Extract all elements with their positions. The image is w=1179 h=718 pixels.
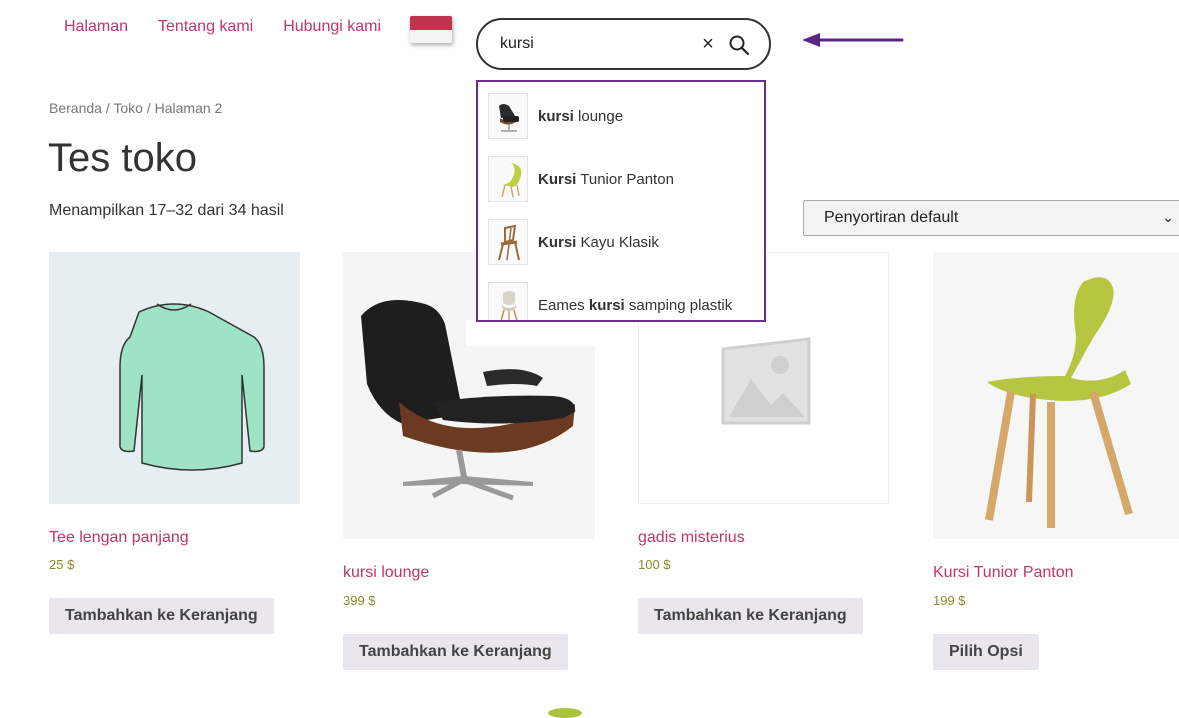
suggestion-label: Eames kursi samping plastik (538, 296, 733, 314)
product-price: 25 $ (49, 557, 75, 572)
sort-selected-label: Penyortiran default (824, 209, 959, 226)
add-to-cart-button[interactable]: Tambahkan ke Keranjang (49, 598, 274, 634)
search-box: × (476, 18, 771, 70)
product-name[interactable]: Tee lengan panjang (49, 529, 189, 547)
indonesia-flag-icon[interactable] (410, 16, 452, 43)
add-to-cart-button[interactable]: Tambahkan ke Keranjang (638, 598, 863, 634)
suggestion-item[interactable]: Kursi Tunior Panton (488, 155, 674, 203)
wooden-chair-thumbnail (488, 219, 528, 265)
top-nav: Halaman Tentang kami Hubungi kami (64, 18, 381, 36)
product-name[interactable]: kursi lounge (343, 564, 429, 582)
select-options-button[interactable]: Pilih Opsi (933, 634, 1039, 670)
panton-chair-thumbnail (488, 156, 528, 202)
search-suggestions: kursi lounge Kursi Tunior Panton Kursi K… (476, 80, 766, 322)
search-icon[interactable] (728, 34, 750, 56)
product-name[interactable]: gadis misterius (638, 529, 745, 547)
nav-link-hubungi-kami[interactable]: Hubungi kami (283, 18, 381, 36)
product-image-partial (548, 708, 582, 718)
breadcrumb-shop[interactable]: Toko (113, 100, 143, 116)
breadcrumb-separator: / (142, 100, 155, 116)
add-to-cart-button[interactable]: Tambahkan ke Keranjang (343, 634, 568, 670)
nav-link-halaman[interactable]: Halaman (64, 18, 128, 36)
product-price: 100 $ (638, 557, 671, 572)
page-title: Tes toko (48, 136, 197, 180)
chevron-down-icon: ⌄ (1162, 209, 1174, 225)
close-icon[interactable]: × (696, 32, 720, 56)
breadcrumb-home[interactable]: Beranda (49, 100, 102, 116)
suggestion-item[interactable]: Kursi Kayu Klasik (488, 218, 659, 266)
breadcrumb-separator: / (101, 100, 114, 116)
suggestion-label: kursi lounge (538, 107, 624, 125)
product-price: 399 $ (343, 593, 376, 608)
suggestion-label: Kursi Kayu Klasik (538, 233, 659, 251)
product-name[interactable]: Kursi Tunior Panton (933, 564, 1074, 582)
breadcrumb: Beranda / Toko / Halaman 2 (49, 100, 222, 116)
suggestion-item[interactable]: Eames kursi samping plastik (488, 281, 733, 320)
product-image-tee[interactable] (49, 252, 300, 504)
suggestion-label: Kursi Tunior Panton (538, 170, 674, 188)
product-price: 199 $ (933, 593, 966, 608)
nav-link-tentang-kami[interactable]: Tentang kami (158, 18, 253, 36)
suggestion-item[interactable]: kursi lounge (488, 92, 623, 140)
breadcrumb-current: Halaman 2 (154, 100, 223, 116)
sort-select[interactable]: Penyortiran default ⌄ (803, 200, 1179, 236)
result-count: Menampilkan 17–32 dari 34 hasil (49, 202, 284, 219)
lounge-chair-thumbnail (488, 93, 528, 139)
dropdown-shadow-area (466, 320, 598, 346)
search-input[interactable] (500, 33, 680, 55)
eames-chair-thumbnail (488, 282, 528, 320)
arrow-left-icon (802, 33, 904, 47)
product-image-panton-chair[interactable] (933, 252, 1179, 539)
